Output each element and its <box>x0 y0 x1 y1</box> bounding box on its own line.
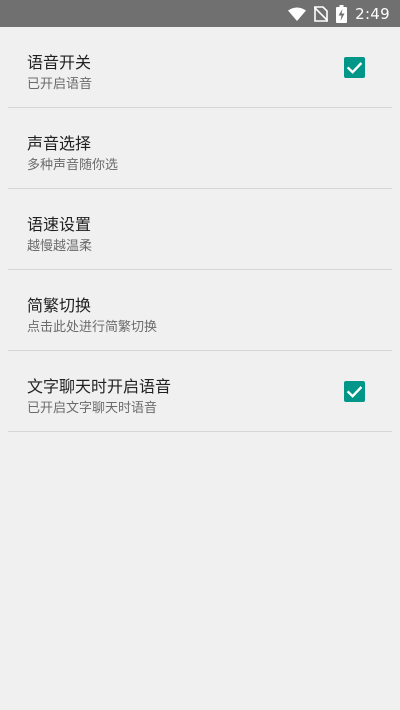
chat-voice-checkbox[interactable] <box>344 381 365 402</box>
setting-summary: 已开启语音 <box>27 77 93 92</box>
setting-script-switch[interactable]: 简繁切换 点击此处进行简繁切换 <box>8 270 392 351</box>
setting-title: 语速设置 <box>27 215 92 234</box>
status-bar: 2:49 <box>0 0 400 27</box>
no-sim-icon <box>314 5 329 22</box>
voice-checkbox[interactable] <box>344 57 365 78</box>
wifi-icon <box>288 7 307 21</box>
setting-voice-select[interactable]: 声音选择 多种声音随你选 <box>8 108 392 189</box>
setting-summary: 已开启文字聊天时语音 <box>27 401 158 416</box>
setting-summary: 点击此处进行简繁切换 <box>27 320 158 335</box>
setting-chat-voice[interactable]: 文字聊天时开启语音 已开启文字聊天时语音 <box>8 351 392 432</box>
status-time: 2:49 <box>355 4 390 23</box>
check-icon <box>347 385 362 398</box>
setting-voice-toggle[interactable]: 语音开关 已开启语音 <box>8 27 392 108</box>
setting-speech-rate[interactable]: 语速设置 越慢越温柔 <box>8 189 392 270</box>
battery-charging-icon <box>336 4 348 23</box>
setting-title: 声音选择 <box>27 134 92 153</box>
setting-title: 文字聊天时开启语音 <box>27 377 172 396</box>
setting-title: 语音开关 <box>27 53 92 72</box>
setting-summary: 越慢越温柔 <box>27 239 93 254</box>
setting-summary: 多种声音随你选 <box>27 158 119 173</box>
setting-title: 简繁切换 <box>27 296 92 315</box>
check-icon <box>347 61 362 74</box>
settings-list: 语音开关 已开启语音 声音选择 多种声音随你选 语速设置 越慢越温柔 简繁切换 … <box>0 27 400 432</box>
